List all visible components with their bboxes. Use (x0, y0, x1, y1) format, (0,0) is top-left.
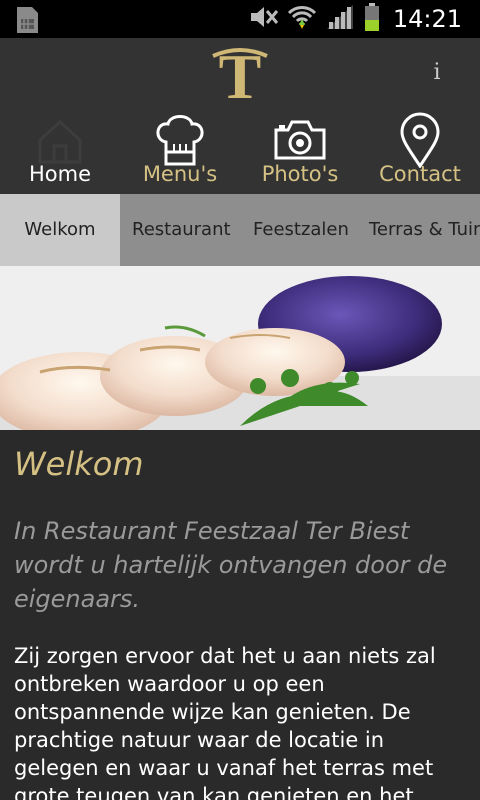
app-header: T i Home Menu's Photo's Contact (0, 38, 480, 194)
nav-label: Menu's (142, 162, 218, 186)
tab-feestzalen[interactable]: Feestzalen (253, 194, 349, 266)
nav-item-photos[interactable]: Photo's (240, 108, 360, 194)
hero-image (0, 266, 480, 430)
page-title: Welkom (14, 445, 144, 483)
tab-welkom[interactable]: Welkom (0, 194, 120, 266)
tab-restaurant[interactable]: Restaurant (132, 194, 231, 266)
info-button[interactable]: i (428, 58, 446, 88)
nav-label: Home (28, 162, 91, 186)
nav-label: Contact (379, 162, 461, 186)
body-text: Zij zorgen ervoor dat het u aan niets za… (14, 644, 436, 800)
camera-icon (270, 112, 330, 168)
tab-terras-tuin[interactable]: Terras & Tuin (369, 194, 480, 266)
logo[interactable]: T (205, 41, 275, 112)
battery-icon (363, 2, 381, 36)
home-icon (30, 112, 90, 168)
main-nav: Home Menu's Photo's Contact (0, 108, 480, 194)
wifi-icon (287, 4, 317, 34)
chef-hat-icon (150, 112, 210, 168)
signal-icon (325, 4, 355, 34)
sim-card-icon (14, 6, 40, 38)
status-time: 14:21 (392, 5, 462, 33)
location-pin-icon (390, 112, 450, 169)
nav-label: Photo's (261, 162, 339, 186)
content-area: Welkom In Restaurant Feestzaal Ter Biest… (0, 430, 480, 800)
intro-text: In Restaurant Feestzaal Ter Biest wordt … (14, 517, 448, 613)
nav-item-menus[interactable]: Menu's (120, 108, 240, 194)
nav-item-home[interactable]: Home (0, 108, 120, 194)
sub-tabs: Welkom Restaurant Feestzalen Terras & Tu… (0, 194, 480, 266)
mute-icon (249, 5, 279, 33)
nav-item-contact[interactable]: Contact (360, 108, 480, 194)
status-bar: 14:21 (0, 0, 480, 38)
